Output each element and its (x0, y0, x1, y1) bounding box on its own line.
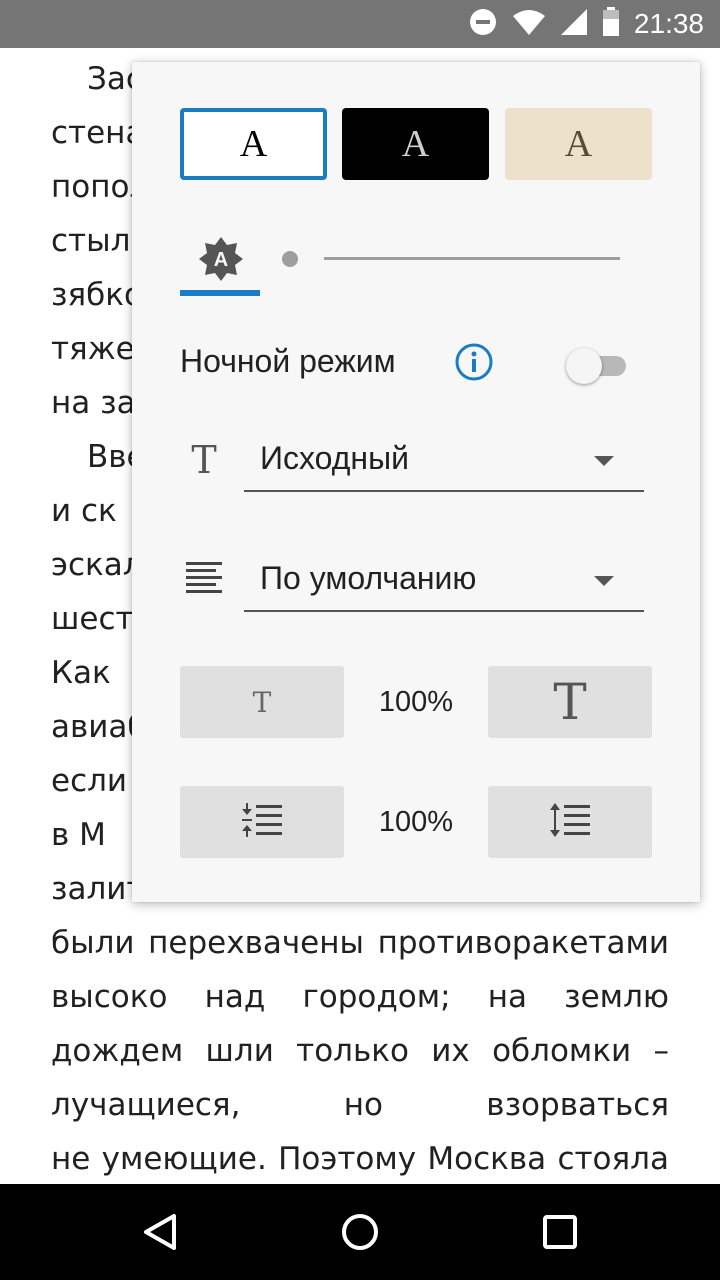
signal-icon (560, 8, 588, 41)
theme-sepia-label: A (564, 123, 593, 165)
book-word: на (487, 979, 527, 1015)
reader-settings-panel: A A A A Ночной режим T Исходный По умолч… (132, 62, 700, 902)
brightness-auto-icon: A (198, 236, 244, 287)
back-icon[interactable] (136, 1208, 184, 1256)
night-mode-toggle[interactable] (566, 346, 630, 384)
book-word: только (296, 1033, 409, 1069)
text-align-icon (184, 558, 224, 603)
dropdown-arrow-icon (594, 456, 614, 466)
book-text-line: не умеющие. Поэтому Москва стояла (51, 1132, 669, 1184)
book-word: лучащиеся, (51, 1087, 241, 1123)
line-spacing-increase-icon (548, 802, 592, 843)
theme-black-button[interactable]: A (342, 108, 489, 180)
do-not-disturb-icon (468, 7, 498, 42)
info-icon[interactable] (454, 342, 494, 387)
book-word: над (204, 979, 266, 1015)
status-bar: 21:38 (0, 0, 720, 48)
alignment-select-value: По умолчанию (260, 560, 477, 596)
book-text-line: дождем шли только их обломки – (51, 1024, 669, 1078)
battery-icon (602, 6, 620, 42)
book-word: шли (205, 1033, 274, 1069)
book-text-line: были перехвачены противоракетами (51, 916, 669, 970)
navigation-bar (0, 1184, 720, 1280)
wifi-icon (512, 8, 546, 41)
large-text-icon: T (553, 673, 587, 731)
font-select-value: Исходный (260, 440, 409, 476)
font-select[interactable]: Исходный (244, 430, 644, 492)
book-word: высоко (51, 979, 168, 1015)
theme-black-label: A (401, 123, 430, 165)
book-word: не (51, 1141, 91, 1177)
book-word: были (51, 925, 135, 961)
alignment-select[interactable]: По умолчанию (244, 550, 644, 612)
toggle-knob (566, 348, 602, 384)
book-word: умеющие. (101, 1141, 267, 1177)
font-size-decrease-button[interactable]: T (180, 666, 344, 738)
dropdown-arrow-icon (594, 576, 614, 586)
book-word: противоракетами (377, 925, 669, 961)
book-word: дождем (51, 1033, 184, 1069)
book-word: взорваться (486, 1087, 669, 1123)
home-icon[interactable] (336, 1208, 384, 1256)
book-word: землю (564, 979, 669, 1015)
book-word: Москва (427, 1141, 547, 1177)
book-word: стояла (557, 1141, 669, 1177)
brightness-tab[interactable]: A (180, 232, 260, 296)
tab-indicator (180, 290, 260, 296)
book-word: – (653, 1033, 669, 1069)
brightness-slider-thumb[interactable] (282, 251, 298, 267)
theme-white-label: A (239, 123, 268, 165)
brightness-icon-letter: A (214, 249, 228, 271)
small-text-icon: T (252, 685, 272, 719)
brightness-slider-track[interactable] (324, 257, 620, 260)
book-word: их (431, 1033, 470, 1069)
book-text-line: высоко над городом; на землю (51, 970, 669, 1024)
font-row: T Исходный (180, 430, 660, 492)
night-mode-label: Ночной режим (180, 343, 396, 379)
font-size-value: 100% (378, 686, 454, 718)
brightness-slider[interactable] (282, 248, 624, 270)
line-spacing-increase-button[interactable] (488, 786, 652, 858)
font-icon: T (191, 438, 217, 482)
line-spacing-decrease-button[interactable] (180, 786, 344, 858)
line-spacing-decrease-icon (240, 802, 284, 843)
book-word: обломки (492, 1033, 632, 1069)
book-word: но (343, 1087, 383, 1123)
alignment-row: По умолчанию (180, 550, 660, 612)
theme-sepia-button[interactable]: A (505, 108, 652, 180)
book-word: городом; (302, 979, 451, 1015)
book-text-line: лучащиеся, но взорваться (51, 1078, 669, 1132)
recents-icon[interactable] (536, 1208, 584, 1256)
line-spacing-value: 100% (378, 806, 454, 838)
book-word: перехвачены (148, 925, 364, 961)
font-size-increase-button[interactable]: T (488, 666, 652, 738)
book-word: Поэтому (278, 1141, 417, 1177)
status-time: 21:38 (633, 8, 704, 39)
theme-white-button[interactable]: A (180, 108, 327, 180)
